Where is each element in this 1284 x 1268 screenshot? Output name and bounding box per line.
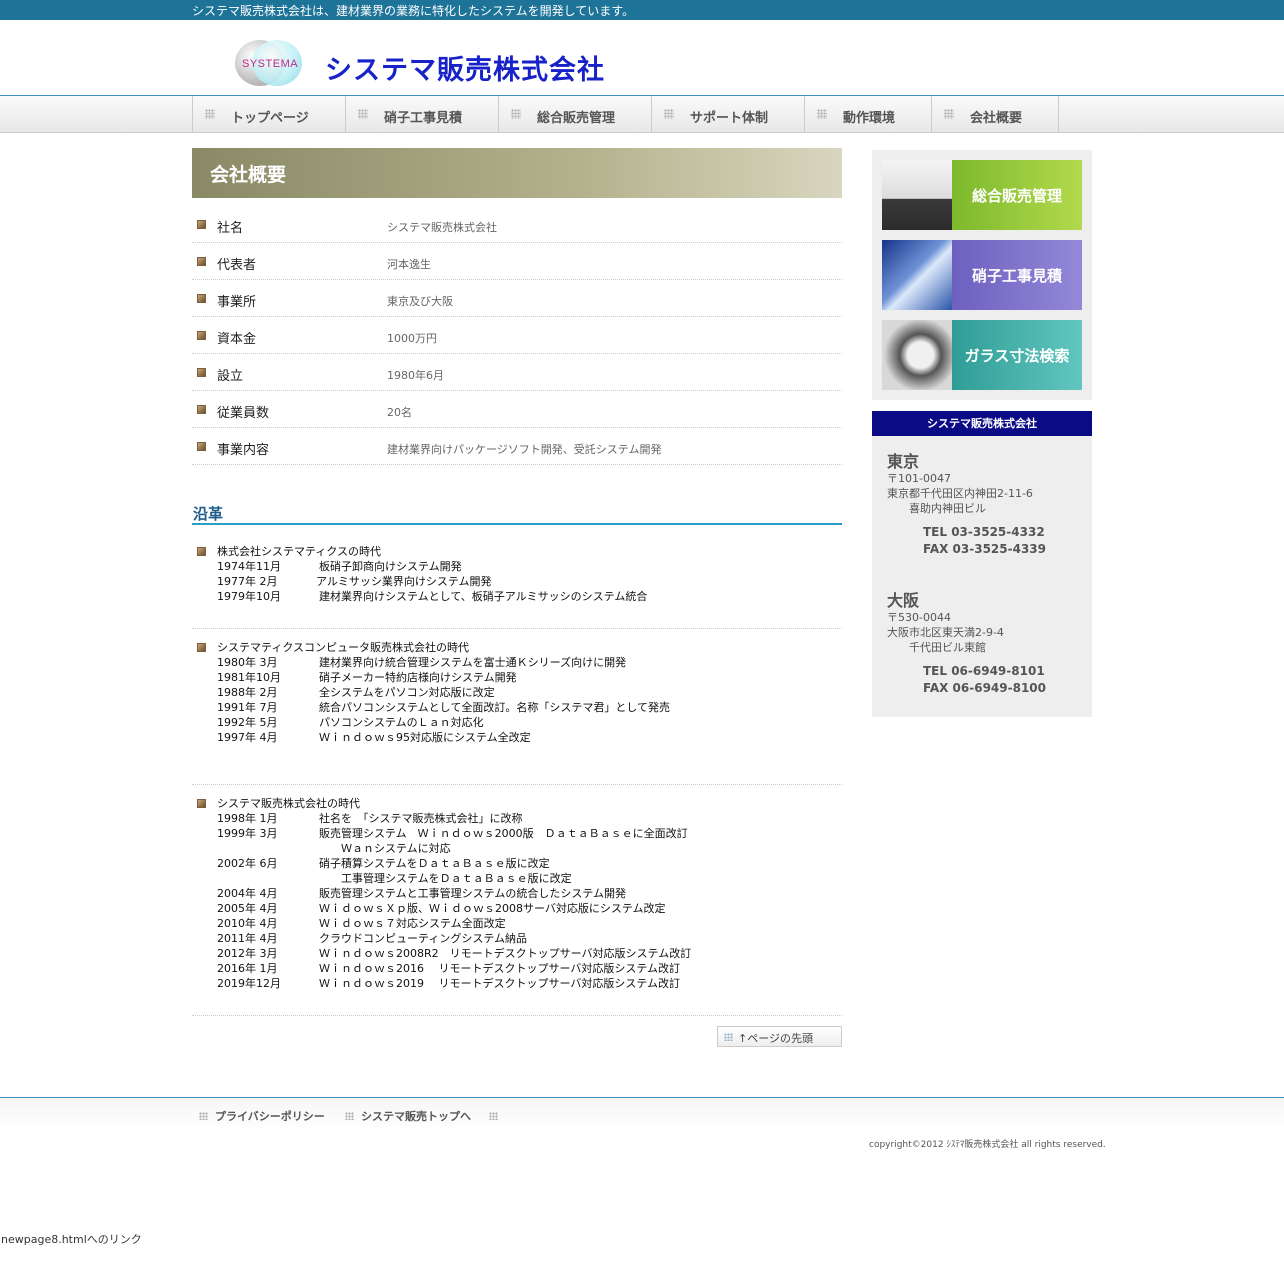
bullet-icon bbox=[197, 547, 206, 556]
dots-icon bbox=[664, 109, 674, 119]
footer-link-top[interactable]: システマ販売トップへ bbox=[361, 1108, 471, 1124]
profile-row: 資本金 1000万円 bbox=[192, 317, 842, 354]
footer-link-privacy[interactable]: プライバシーポリシー bbox=[215, 1108, 325, 1124]
history-block: 株式会社システマティクスの時代 1974年11月 板硝子卸商向けシステム開発 19… bbox=[192, 543, 842, 629]
banner-glass-estimate[interactable]: 硝子工事見積 bbox=[882, 240, 1082, 310]
page-title-banner: 会社概要 bbox=[192, 148, 842, 198]
banner-sales-management[interactable]: 総合販売管理 bbox=[882, 160, 1082, 230]
bullet-icon bbox=[197, 220, 206, 229]
dots-icon bbox=[724, 1033, 733, 1041]
bullet-icon bbox=[197, 643, 206, 652]
main-nav: トップページ 硝子工事見積 総合販売管理 サポート体制 動作環境 会社概要 bbox=[0, 95, 1284, 133]
company-logo[interactable]: SYSTEMA bbox=[230, 36, 310, 88]
history-heading: 沿革 bbox=[192, 503, 842, 525]
dots-icon bbox=[817, 109, 827, 119]
profile-row: 従業員数 20名 bbox=[192, 391, 842, 428]
nav-item-glass-estimate[interactable]: 硝子工事見積 bbox=[346, 96, 499, 133]
tagline: システマ販売株式会社は、建材業界の業務に特化したシステムを開発しています。 bbox=[192, 4, 635, 18]
bullet-icon bbox=[197, 442, 206, 451]
company-info-box: 東京 〒101-0047 東京都千代田区内神田2-11-6 喜助内神田ビル TE… bbox=[872, 436, 1092, 717]
tokyo-fax: FAX 03-3525-4339 bbox=[923, 542, 1046, 556]
history-era-title: システマティクスコンピュータ販売株式会社の時代 bbox=[217, 641, 470, 654]
nav-item-company[interactable]: 会社概要 bbox=[932, 96, 1059, 133]
dots-icon bbox=[345, 1112, 354, 1120]
footer: プライバシーポリシー システマ販売トップへ bbox=[0, 1097, 1284, 1133]
dots-icon bbox=[511, 109, 521, 119]
bullet-icon bbox=[197, 257, 206, 266]
nav-item-support[interactable]: サポート体制 bbox=[652, 96, 805, 133]
nav-item-sales-management[interactable]: 総合販売管理 bbox=[499, 96, 652, 133]
profile-row: 設立 1980年6月 bbox=[192, 354, 842, 391]
dots-icon bbox=[199, 1112, 208, 1120]
bullet-icon bbox=[197, 405, 206, 414]
profile-row: 事業内容 建材業界向けパッケージソフト開発、受託システム開発 bbox=[192, 428, 842, 465]
page-title: 会社概要 bbox=[210, 164, 287, 186]
page-top-button[interactable]: ↑ページの先頭 bbox=[717, 1026, 842, 1047]
bullet-icon bbox=[197, 368, 206, 377]
dots-icon bbox=[358, 109, 368, 119]
dots-icon bbox=[944, 109, 954, 119]
profile-row: 事業所 東京及び大阪 bbox=[192, 280, 842, 317]
banner-glass-size-search[interactable]: ガラス寸法検索 bbox=[882, 320, 1082, 390]
logo-text: SYSTEMA bbox=[242, 58, 299, 70]
bullet-icon bbox=[197, 294, 206, 303]
bullet-icon bbox=[197, 799, 206, 808]
business-people-photo bbox=[882, 160, 952, 230]
osaka-tel: TEL 06-6949-8101 bbox=[923, 664, 1045, 678]
company-name: システマ販売株式会社 bbox=[325, 55, 605, 86]
top-bar: システマ販売株式会社は、建材業界の業務に特化したシステムを開発しています。 bbox=[0, 0, 1284, 20]
bullet-icon bbox=[197, 331, 206, 340]
nav-item-top[interactable]: トップページ bbox=[193, 96, 346, 133]
sidebar-banners: 総合販売管理 硝子工事見積 ガラス寸法検索 bbox=[872, 150, 1092, 400]
dots-icon bbox=[205, 109, 215, 119]
copyright: copyright©2012 ｼｽﾃﾏ販売株式会社 all rights res… bbox=[869, 1140, 1106, 1150]
company-info-title: システマ販売株式会社 bbox=[872, 411, 1092, 436]
history-era-title: システマ販売株式会社の時代 bbox=[217, 797, 360, 810]
building-photo bbox=[882, 240, 952, 310]
status-bar-link: newpage8.htmlへのリンク bbox=[1, 1233, 142, 1246]
dots-icon bbox=[489, 1112, 498, 1120]
meeting-photo bbox=[882, 320, 952, 390]
profile-row: 代表者 河本逸生 bbox=[192, 243, 842, 280]
history-block: システマティクスコンピュータ販売株式会社の時代 1980年 3月 建材業界向け統合… bbox=[192, 639, 842, 785]
history-block: システマ販売株式会社の時代 1998年 1月 社名を 「システマ販売株式会社」に改… bbox=[192, 795, 842, 1016]
tokyo-heading: 東京 bbox=[887, 452, 920, 471]
tokyo-tel: TEL 03-3525-4332 bbox=[923, 525, 1045, 539]
profile-row: 社名 システマ販売株式会社 bbox=[192, 206, 842, 243]
osaka-heading: 大阪 bbox=[887, 591, 920, 610]
nav-item-environment[interactable]: 動作環境 bbox=[805, 96, 932, 133]
history-era-title: 株式会社システマティクスの時代 bbox=[217, 545, 382, 558]
osaka-fax: FAX 06-6949-8100 bbox=[923, 681, 1046, 695]
